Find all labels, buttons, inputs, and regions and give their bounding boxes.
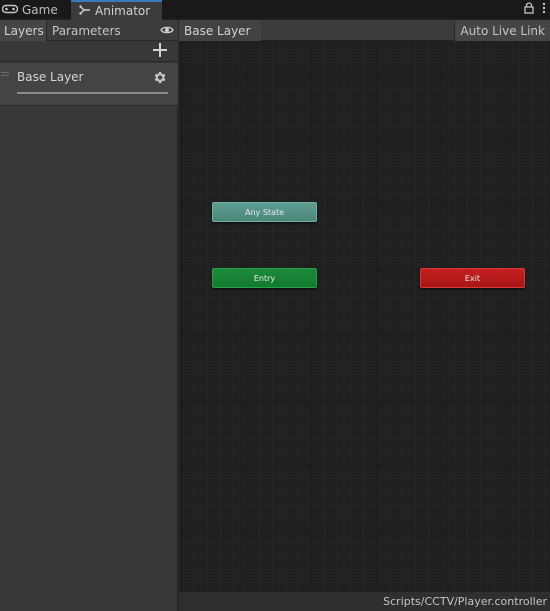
animator-graph-area: Base Layer Auto Live Link Any State Entr… [179,20,550,611]
breadcrumb-arrow [255,20,262,41]
entry-node[interactable]: Entry [212,268,317,288]
graph-toolbar: Base Layer Auto Live Link [179,20,550,41]
layers-panel: Layers Parameters Base Layer [0,20,178,611]
window-tab-bar: Game Animator [0,0,550,20]
kebab-menu-icon[interactable] [542,2,546,17]
tab-game[interactable]: Game [0,0,70,20]
add-layer-button[interactable] [153,43,167,57]
exit-node[interactable]: Exit [420,268,525,288]
animator-icon [79,4,91,18]
tab-animator[interactable]: Animator [71,0,162,20]
layer-name: Base Layer [17,70,84,84]
lock-icon[interactable] [524,2,534,17]
state-machine-canvas[interactable]: Any State Entry Exit [179,41,550,591]
layer-list-item[interactable]: Base Layer [0,63,178,106]
drag-handle-icon[interactable] [1,72,9,76]
window-controls [524,2,546,17]
layer-toolbar [0,41,178,62]
tab-parameters[interactable]: Parameters [48,20,121,41]
status-bar: Scripts/CCTV/Player.controller [179,591,550,611]
panel-subtabs: Layers Parameters [0,20,178,41]
gamepad-icon [1,3,19,17]
tab-layers[interactable]: Layers [0,20,47,41]
eye-icon[interactable] [160,23,174,37]
layer-weight-bar[interactable] [17,92,168,94]
breadcrumb[interactable]: Base Layer [179,20,261,41]
tab-game-label: Game [22,3,58,17]
tab-animator-label: Animator [95,4,151,18]
gear-icon[interactable] [152,70,167,85]
controller-path: Scripts/CCTV/Player.controller [383,595,547,608]
any-state-node[interactable]: Any State [212,202,317,222]
auto-live-link-toggle[interactable]: Auto Live Link [454,20,550,41]
